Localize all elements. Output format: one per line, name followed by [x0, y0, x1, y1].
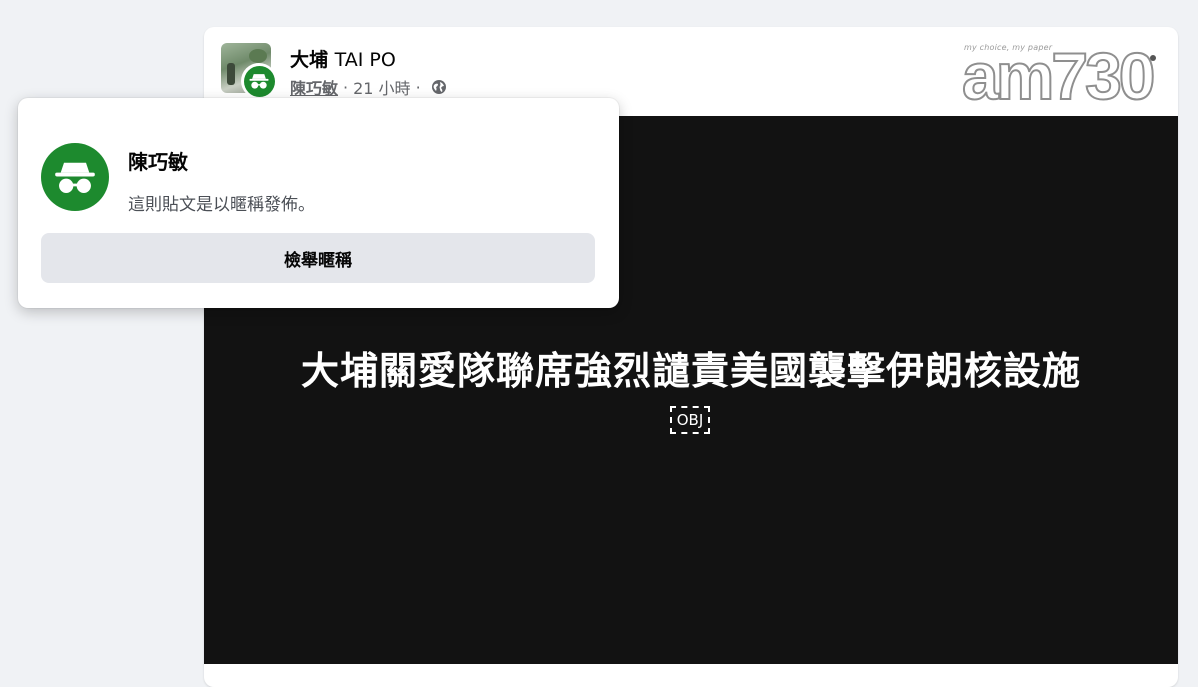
object-placeholder: OBJ — [670, 406, 710, 434]
group-name-zh: 大埔 — [290, 49, 329, 71]
author-name-link[interactable]: 陳巧敏 — [290, 75, 338, 99]
author-avatar[interactable] — [241, 63, 277, 99]
globe-icon[interactable] — [431, 79, 447, 95]
thumbnail-figure — [227, 63, 235, 85]
media-headline: 大埔關愛隊聯席強烈譴責美國襲擊伊朗核設施 — [300, 349, 1081, 393]
anonymous-author-popover: 陳巧敏 這則貼文是以暱稱發佈。 檢舉暱稱 — [18, 98, 619, 308]
anonymous-incognito-icon — [243, 65, 275, 97]
thumbnail-tree — [249, 49, 267, 63]
anonymous-incognito-icon — [41, 143, 109, 211]
post-timestamp[interactable]: 21 小時 — [353, 75, 410, 99]
meta-separator: · — [343, 77, 349, 97]
popover-author-name: 陳巧敏 — [128, 150, 188, 174]
group-name-en: TAI PO — [334, 49, 396, 71]
report-alias-button[interactable]: 檢舉暱稱 — [41, 233, 595, 283]
brand-tagline: my choice, my paper — [964, 43, 1053, 52]
brand-watermark: am730 my choice, my paper — [961, 35, 1157, 115]
post-meta: 陳巧敏 · 21 小時 · — [290, 75, 447, 99]
group-name[interactable]: 大埔 TAI PO — [290, 45, 396, 72]
popover-description: 這則貼文是以暱稱發佈。 — [128, 195, 315, 215]
meta-separator: · — [415, 77, 421, 97]
